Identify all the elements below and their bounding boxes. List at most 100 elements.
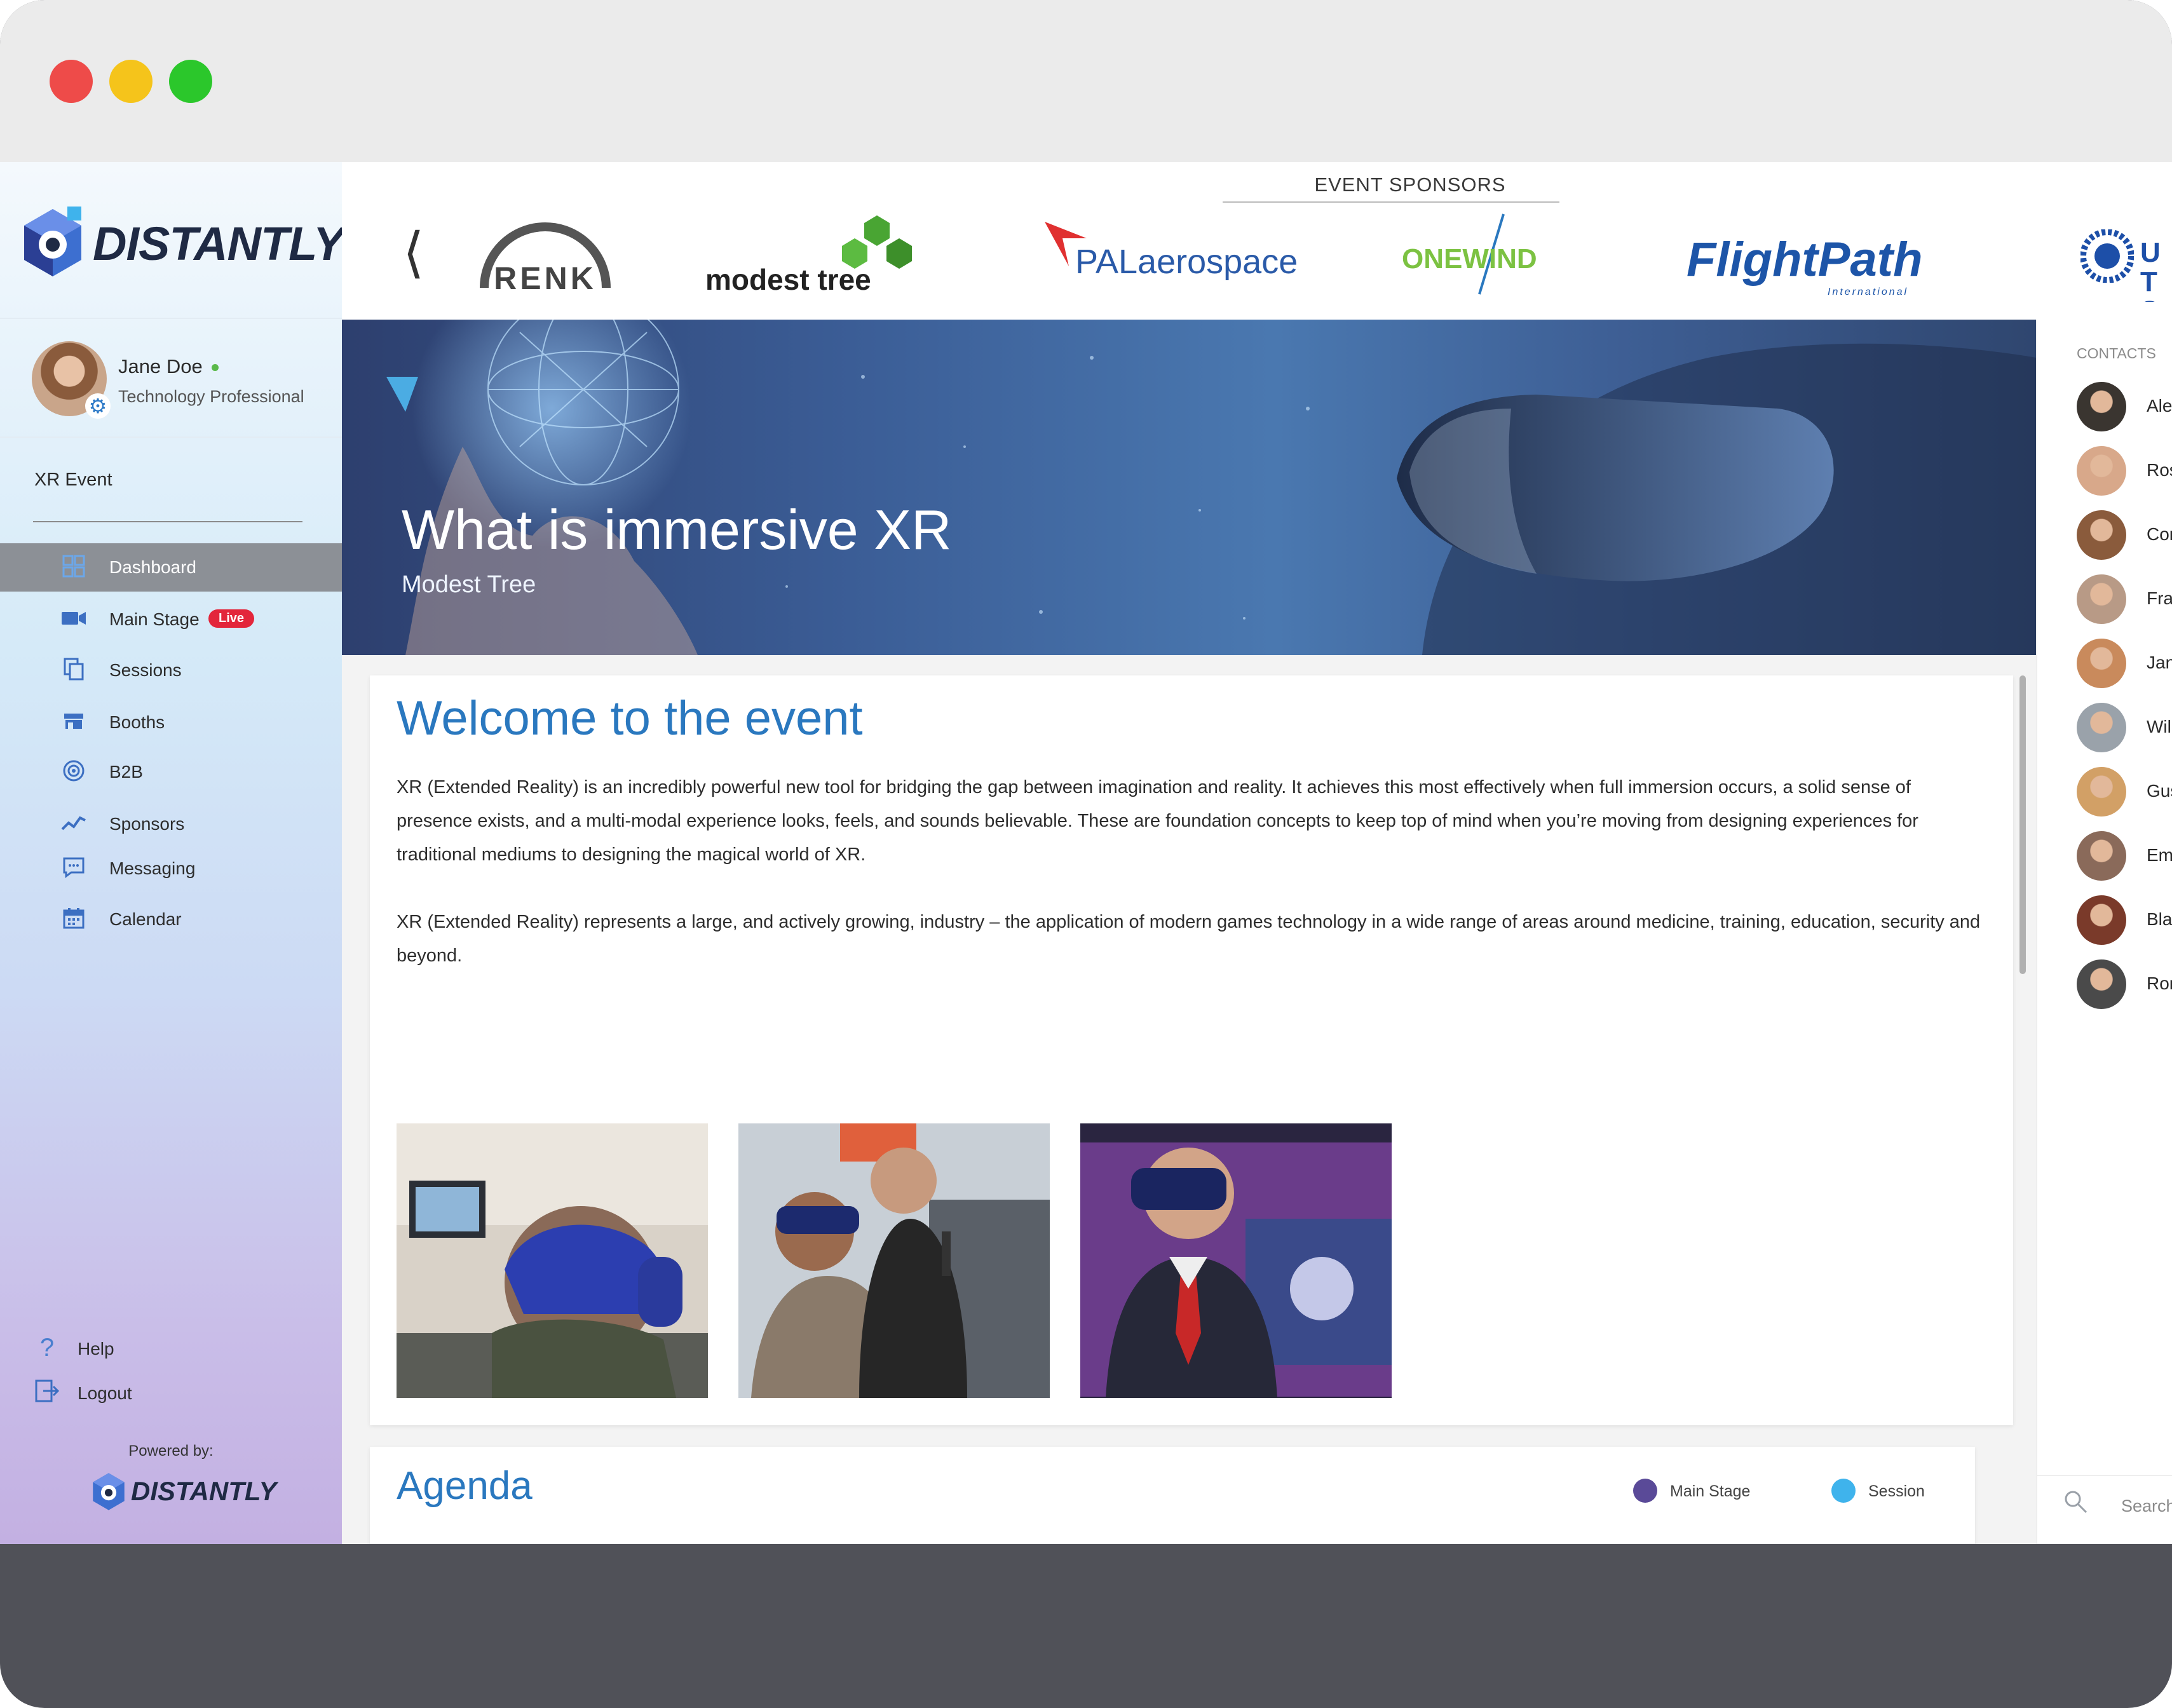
logout-icon — [33, 1378, 61, 1410]
contact-avatar — [2077, 767, 2126, 817]
help-label: Help — [78, 1339, 114, 1359]
welcome-title: Welcome to the event — [397, 691, 863, 745]
calendar-icon — [61, 907, 86, 932]
sidebar-divider — [0, 437, 342, 438]
contact-item[interactable]: Ror — [2077, 959, 2172, 1010]
sponsors-title-underline — [1223, 201, 1559, 203]
contacts-title: CONTACTS — [2077, 345, 2156, 362]
live-badge: Live — [208, 609, 255, 628]
nav-item-sessions[interactable]: Sessions — [0, 646, 342, 695]
hero-banner: What is immersive XR Modest Tree — [342, 320, 2036, 655]
nav-label: Dashboard — [109, 557, 196, 577]
contact-avatar — [2077, 382, 2126, 431]
hero-subtitle: Modest Tree — [402, 571, 536, 598]
nav-label: Calendar — [109, 909, 182, 929]
b2b-target-icon — [61, 759, 86, 785]
user-name: Jane Doe — [118, 355, 203, 377]
sessions-icon — [61, 658, 86, 683]
hero-background-illustration — [386, 320, 2036, 655]
contact-name: Gus — [2147, 781, 2172, 801]
maximize-window-button[interactable] — [169, 60, 212, 103]
contact-name: Wil — [2147, 717, 2171, 736]
sponsor-logo-pal-aerospace[interactable]: PALaerospace — [1043, 213, 1310, 302]
contact-avatar — [2077, 446, 2126, 496]
agenda-card: Agenda Main Stage Session — [370, 1447, 1975, 1544]
contact-name: Bla — [2147, 909, 2172, 929]
contact-item[interactable]: Bla — [2077, 895, 2172, 946]
online-status-dot — [211, 364, 219, 372]
contact-avatar — [2077, 703, 2126, 752]
brand-name: DISTANTLY — [93, 217, 344, 270]
contact-avatar — [2077, 959, 2126, 1009]
contact-item[interactable]: Gus — [2077, 767, 2172, 818]
sponsor-name: RENK — [494, 261, 597, 296]
agenda-title: Agenda — [397, 1464, 533, 1508]
contact-name: Ror — [2147, 973, 2172, 993]
user-name-row: Jane Doe — [118, 355, 219, 378]
sidebar: DISTANTLY ⚙ Jane Doe Technology Professi… — [0, 162, 344, 1544]
dashboard-icon — [61, 555, 86, 580]
contact-item[interactable]: Ros — [2077, 446, 2172, 497]
nav-item-main-stage[interactable]: Main Stage Live — [0, 595, 342, 644]
event-photo-1[interactable] — [397, 1123, 708, 1398]
contact-item[interactable]: Cor — [2077, 510, 2172, 561]
sponsor-logo-modest-tree[interactable]: modest tree — [705, 213, 934, 302]
welcome-paragraph-2: XR (Extended Reality) represents a large… — [397, 912, 1981, 966]
nav-item-messaging[interactable]: Messaging — [0, 844, 342, 893]
nav-item-calendar[interactable]: Calendar — [0, 895, 342, 944]
contacts-divider — [2037, 1475, 2172, 1476]
nav-item-dashboard[interactable]: Dashboard — [0, 543, 342, 592]
logout-link[interactable]: Logout — [33, 1376, 300, 1414]
nav-label: Main Stage — [109, 609, 200, 629]
hero-title: What is immersive XR — [402, 498, 952, 561]
contact-item[interactable]: Fra — [2077, 574, 2172, 625]
minimize-window-button[interactable] — [109, 60, 153, 103]
app-viewport: DISTANTLY ⚙ Jane Doe Technology Professi… — [0, 162, 2172, 1544]
search-icon — [2063, 1489, 2088, 1521]
nav-label: Booths — [109, 712, 165, 732]
content-scrollbar[interactable] — [2019, 675, 2026, 974]
video-camera-icon — [61, 607, 86, 632]
event-photo-3[interactable] — [1080, 1123, 1392, 1398]
distantly-logo-icon — [93, 1473, 125, 1510]
powered-brand-name: DISTANTLY — [131, 1476, 277, 1506]
brand-logo[interactable]: DISTANTLY — [18, 205, 344, 281]
sponsor-logo-renk[interactable]: RENK — [475, 213, 615, 302]
sponsor-logo-flightpath[interactable]: FlightPath International — [1687, 213, 1953, 302]
help-question-icon: ? — [39, 1334, 55, 1362]
help-link[interactable]: ? Help — [33, 1331, 300, 1369]
sponsors-prev-chevron-icon[interactable]: ⟨ — [403, 226, 424, 280]
sponsor-logo-ut-systems[interactable]: UT Sy — [2080, 213, 2172, 302]
contact-avatar — [2077, 574, 2126, 624]
contact-name: Emi — [2147, 845, 2172, 865]
nav-item-b2b[interactable]: B2B — [0, 748, 342, 796]
sponsors-bar: EVENT SPONSORS ⟨ RENK modest tree PALaer… — [342, 162, 2172, 320]
sponsor-name: PALaerospace — [1075, 243, 1298, 281]
close-window-button[interactable] — [50, 60, 93, 103]
nav-label: B2B — [109, 762, 143, 782]
settings-gear-icon[interactable]: ⚙ — [85, 393, 111, 419]
nav-item-sponsors[interactable]: Sponsors — [0, 800, 342, 848]
browser-window: DISTANTLY ⚙ Jane Doe Technology Professi… — [0, 0, 2172, 1708]
event-photo-2[interactable] — [738, 1123, 1050, 1398]
nav-item-booths[interactable]: Booths — [0, 698, 342, 747]
sponsors-title: EVENT SPONSORS — [1314, 173, 1506, 196]
contact-item[interactable]: Wil — [2077, 703, 2172, 754]
contact-item[interactable]: Ale — [2077, 382, 2172, 433]
contact-item[interactable]: Emi — [2077, 831, 2172, 882]
welcome-paragraph-1: XR (Extended Reality) is an incredibly p… — [397, 777, 1918, 865]
contact-avatar — [2077, 831, 2126, 881]
contact-item[interactable]: Jan — [2077, 639, 2172, 689]
contacts-search[interactable]: Search — [2063, 1489, 2172, 1527]
trend-line-icon — [61, 811, 86, 837]
powered-by-label: Powered by: — [128, 1442, 214, 1460]
contact-name: Fra — [2147, 588, 2172, 608]
distantly-logo-icon — [24, 207, 81, 276]
sponsor-name: UT Sy — [2140, 237, 2161, 302]
user-profile[interactable]: ⚙ Jane Doe Technology Professional — [32, 341, 330, 424]
powered-by-logo: DISTANTLY — [89, 1471, 280, 1515]
sponsor-name: modest tree — [705, 263, 871, 296]
sponsor-logo-onewind[interactable]: ONEWIND — [1402, 213, 1580, 302]
contact-name: Cor — [2147, 524, 2172, 544]
legend-swatch — [1633, 1479, 1657, 1503]
